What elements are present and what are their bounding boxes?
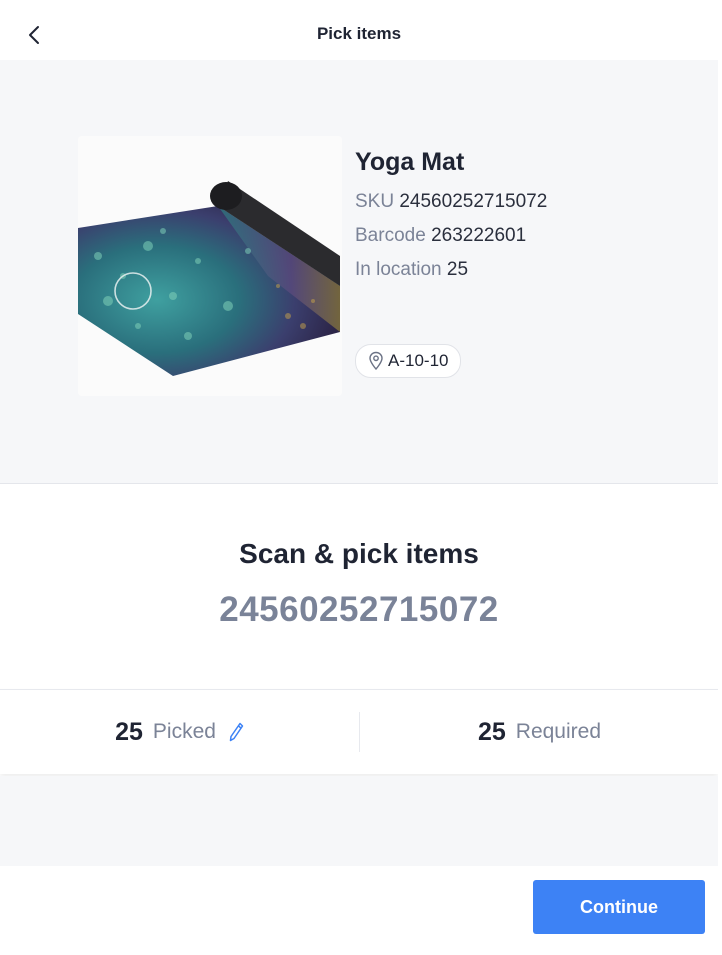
product-image xyxy=(78,136,342,396)
continue-button[interactable]: Continue xyxy=(533,880,705,934)
sku-row: SKU 24560252715072 xyxy=(355,191,695,213)
empty-panel xyxy=(0,776,718,866)
pick-items-screen: Pick items Yoga Mat SKU 24560252715072 B… xyxy=(0,0,719,955)
required-label: Required xyxy=(515,720,602,743)
required-count: 25 Required xyxy=(360,690,718,774)
barcode-value: 263222601 xyxy=(431,225,527,246)
picked-value: 25 xyxy=(115,717,143,746)
sku-value: 24560252715072 xyxy=(399,191,548,212)
window-edge xyxy=(718,0,722,955)
map-pin-icon xyxy=(369,351,383,371)
sku-label: SKU xyxy=(355,191,395,212)
picked-count: 25 Picked xyxy=(0,690,359,774)
location-code: A-10-10 xyxy=(388,351,449,370)
product-name: Yoga Mat xyxy=(355,148,465,176)
scan-section: Scan & pick items 24560252715072 xyxy=(0,484,718,689)
product-panel: Yoga Mat SKU 24560252715072 Barcode 2632… xyxy=(0,60,718,484)
page-title: Pick items xyxy=(316,24,402,43)
pencil-icon xyxy=(229,722,244,742)
top-bar: Pick items xyxy=(0,0,718,60)
location-badge[interactable]: A-10-10 xyxy=(355,344,462,378)
in-location-value: 25 xyxy=(446,259,469,280)
in-location-row: In location 25 xyxy=(355,259,695,281)
scan-code: 24560252715072 xyxy=(219,590,499,629)
scan-heading: Scan & pick items xyxy=(239,538,479,569)
barcode-row: Barcode 263222601 xyxy=(355,225,695,247)
picked-label: Picked xyxy=(152,720,216,743)
in-location-label: In location xyxy=(355,259,442,280)
edit-picked-button[interactable] xyxy=(228,721,244,743)
product-details: Yoga Mat SKU 24560252715072 Barcode 2632… xyxy=(355,148,695,293)
footer-bar: Continue xyxy=(0,866,718,955)
required-value: 25 xyxy=(477,717,506,746)
barcode-label: Barcode xyxy=(355,225,426,246)
yoga-mat-image xyxy=(78,136,342,396)
pick-counts: 25 Picked 25 Required xyxy=(0,689,718,774)
